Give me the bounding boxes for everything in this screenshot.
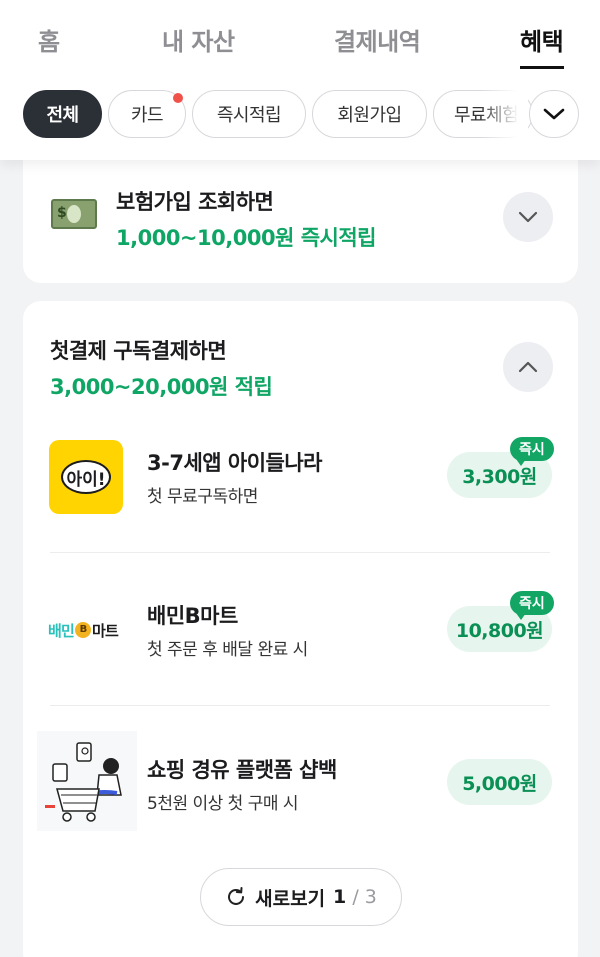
item-description: 첫 무료구독하면 — [147, 487, 258, 507]
refresh-button[interactable]: 새로보기 1 / 3 — [200, 868, 402, 926]
tab-benefits[interactable]: 혜택 — [520, 22, 564, 57]
reward-amount-button[interactable]: 5,000원 — [447, 759, 552, 805]
top-header: 홈 내 자산 결제내역 혜택 전체 카드 즉시적립 회원가입 무료체험 — [0, 0, 600, 160]
total-pages: 3 — [364, 886, 377, 908]
instant-badge: 즉시 — [510, 437, 554, 466]
shopback-illustration — [37, 731, 137, 831]
refresh-icon — [228, 887, 245, 905]
subscription-offer-card: 첫결제 구독결제하면 3,000~20,000원 적립 아이! 3-7세앱 아이… — [23, 301, 578, 957]
chips-expand-button[interactable] — [529, 90, 579, 138]
tab-my-assets[interactable]: 내 자산 — [162, 22, 235, 57]
tab-payment-history[interactable]: 결제내역 — [334, 22, 421, 57]
current-page: 1 — [333, 886, 347, 908]
refresh-label: 새로보기 — [255, 887, 326, 910]
item-description: 5천원 이상 첫 구매 시 — [147, 794, 299, 814]
page-separator: / — [352, 886, 359, 908]
chip-fade — [480, 88, 528, 140]
chip-instant-reward[interactable]: 즉시적립 — [192, 90, 306, 138]
money-icon: $ — [51, 199, 97, 229]
filter-chip-bar: 전체 카드 즉시적립 회원가입 무료체험 — [0, 88, 600, 140]
insurance-reward: 1,000~10,000원 즉시적립 — [116, 226, 376, 250]
chevron-down-icon — [543, 108, 565, 120]
chevron-up-icon — [518, 361, 538, 373]
main-tab-bar: 홈 내 자산 결제내역 혜택 — [0, 0, 600, 72]
item-name: 쇼핑 경유 플랫폼 샵백 — [147, 758, 337, 782]
chip-sign-up[interactable]: 회원가입 — [312, 90, 427, 138]
item-name: 3-7세앱 아이들나라 — [147, 451, 323, 475]
divider — [50, 552, 550, 553]
aideulnara-logo: 아이! — [49, 440, 123, 514]
instant-badge: 즉시 — [510, 591, 554, 620]
insurance-title: 보험가입 조회하면 — [116, 190, 274, 214]
chevron-down-icon — [518, 211, 538, 223]
item-name: 배민B마트 — [147, 604, 238, 628]
subscription-reward: 3,000~20,000원 적립 — [50, 375, 273, 399]
notification-dot — [173, 93, 183, 103]
chip-all[interactable]: 전체 — [23, 90, 102, 138]
bmart-logo: 배민 B 마트 — [48, 621, 119, 640]
tab-home[interactable]: 홈 — [38, 22, 60, 57]
active-tab-indicator — [520, 66, 564, 69]
divider — [50, 705, 550, 706]
expand-button[interactable] — [503, 192, 553, 242]
subscription-title: 첫결제 구독결제하면 — [50, 339, 227, 363]
collapse-button[interactable] — [503, 342, 553, 392]
item-description: 첫 주문 후 배달 완료 시 — [147, 640, 308, 660]
